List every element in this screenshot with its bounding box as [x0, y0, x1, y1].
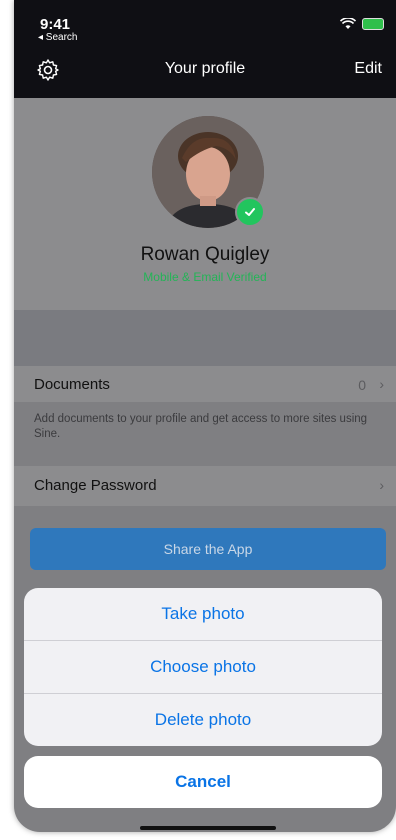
documents-label: Documents	[34, 376, 110, 393]
change-password-label: Change Password	[34, 477, 157, 494]
status-time: 9:41	[40, 16, 71, 33]
status-icons	[340, 18, 384, 30]
page-title: Your profile	[164, 60, 246, 77]
choose-photo-option[interactable]: Choose photo	[24, 641, 382, 693]
wifi-icon	[340, 18, 356, 29]
section-spacer	[14, 310, 396, 366]
edit-button[interactable]: Edit	[354, 60, 382, 78]
share-app-button[interactable]: Share the App	[30, 528, 386, 570]
delete-photo-option[interactable]: Delete photo	[24, 694, 382, 746]
chevron-right-icon: ›	[379, 376, 384, 392]
documents-count: 0	[358, 377, 366, 393]
photo-action-sheet: Take photo Choose photo Delete photo	[24, 588, 382, 746]
profile-name: Rowan Quigley	[140, 244, 270, 265]
cancel-button[interactable]: Cancel	[24, 756, 382, 808]
verified-status: Mobile & Email Verified	[143, 270, 267, 284]
nav-header: 9:41 ◂ Search Your profile Edit	[14, 0, 396, 98]
documents-hint-text: Add documents to your profile and get ac…	[34, 413, 368, 440]
documents-hint: Add documents to your profile and get ac…	[14, 402, 396, 464]
documents-row[interactable]: Documents 0 ›	[14, 366, 396, 402]
chevron-right-icon: ›	[379, 477, 384, 493]
battery-icon	[362, 18, 384, 30]
checkmark-icon	[235, 197, 265, 227]
profile-section: Rowan Quigley Mobile & Email Verified	[14, 98, 396, 310]
change-password-row[interactable]: Change Password ›	[14, 466, 396, 506]
screen: 9:41 ◂ Search Your profile Edit Rowan Qu…	[0, 0, 396, 840]
back-to-search-link[interactable]: ◂ Search	[38, 32, 77, 43]
phone-frame: 9:41 ◂ Search Your profile Edit Rowan Qu…	[14, 0, 396, 832]
take-photo-option[interactable]: Take photo	[24, 588, 382, 640]
home-indicator[interactable]	[140, 826, 276, 830]
